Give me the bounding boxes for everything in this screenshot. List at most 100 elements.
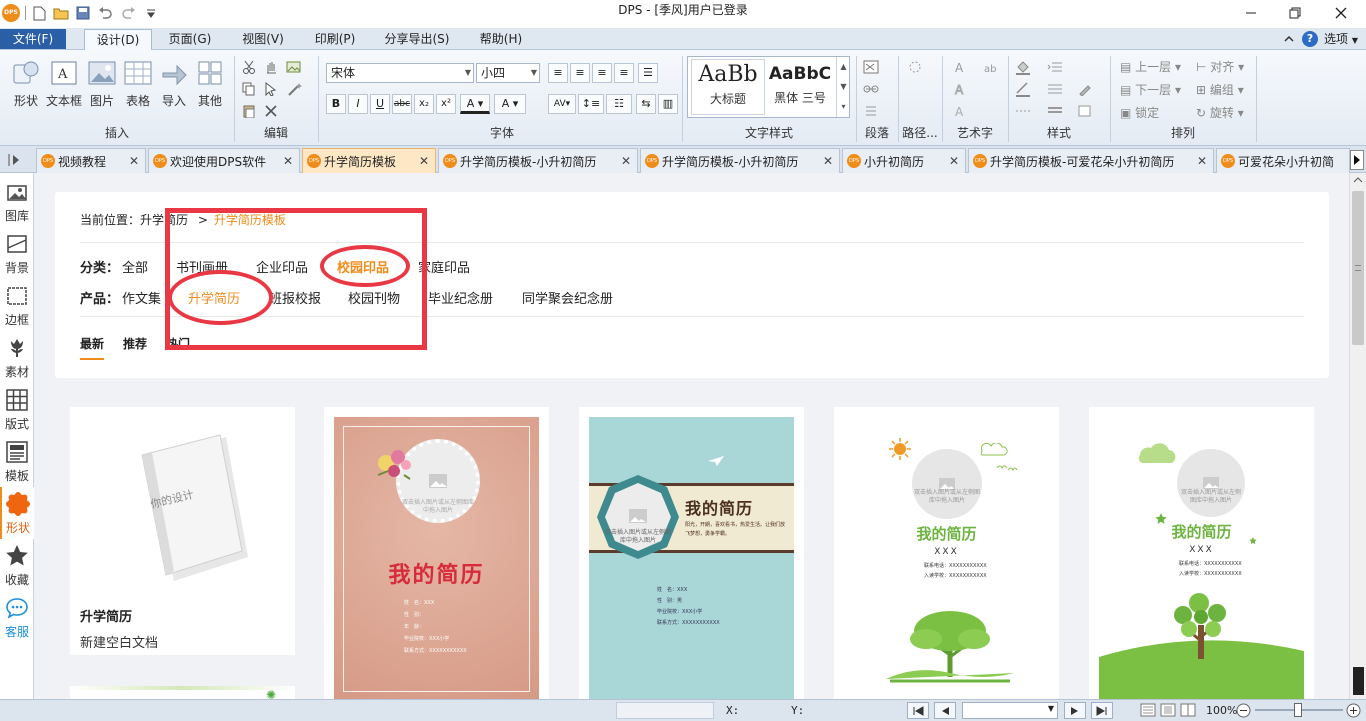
gallery-scroll-icon[interactable]: ▲ ▼ ▾ [836, 57, 850, 117]
shape-button[interactable]: 形状 [6, 56, 46, 118]
close-icon[interactable]: ✕ [1197, 154, 1207, 168]
next-page-icon[interactable] [1064, 702, 1086, 719]
vertical-scrollbar[interactable] [1349, 173, 1366, 699]
scroll-down-icon[interactable] [1353, 667, 1364, 695]
picture-button[interactable]: 图片 [84, 56, 120, 118]
restore-button[interactable] [1272, 0, 1318, 26]
sidebar-item-layout[interactable]: 版式 [0, 383, 34, 435]
help-icon[interactable]: ? [1302, 31, 1318, 47]
customize-quick-access-icon[interactable] [142, 3, 160, 23]
page-select[interactable]: ▼ [962, 702, 1058, 719]
vertical-text-icon[interactable]: ▥ [658, 94, 678, 114]
close-icon[interactable]: ✕ [949, 154, 959, 168]
dash-style-icon[interactable] [1014, 102, 1032, 120]
template-card-partial[interactable]: ✺ [70, 686, 295, 702]
template-card-green-tree[interactable]: 双击插入图片或从左侧图库中拖入图片 我的简历 XXX 联系电话：XXXXXXXX… [834, 407, 1059, 699]
tab-flower-resume-template[interactable]: DPS 升学简历模板-可爱花朵小升初简历 ✕ [968, 148, 1214, 173]
tab-resume-primary[interactable]: DPS 升学简历模板-小升初简历 ✕ [438, 148, 638, 173]
delete-icon[interactable] [262, 102, 280, 120]
product-reunion-album[interactable]: 同学聚会纪念册 [522, 288, 613, 307]
view-spread-icon[interactable] [1180, 703, 1196, 717]
first-page-icon[interactable] [907, 702, 929, 719]
product-graduation-album[interactable]: 毕业纪念册 [428, 288, 493, 307]
align-right-icon[interactable]: ≡ [592, 63, 612, 83]
open-folder-icon[interactable] [52, 3, 70, 23]
font-size-select[interactable]: 小四 ▼ [476, 63, 540, 83]
collapse-ribbon-icon[interactable] [1282, 32, 1296, 46]
menu-design[interactable]: 设计(D) [84, 29, 152, 51]
table-button[interactable]: 表格 [120, 56, 156, 118]
align-center-icon[interactable]: ≡ [570, 63, 590, 83]
sort-newest[interactable]: 最新 [80, 335, 104, 352]
sidebar-item-gallery[interactable]: 图库 [0, 175, 34, 227]
minimize-button[interactable] [1228, 0, 1274, 26]
import-button[interactable]: 导入 [156, 56, 192, 118]
text-wrap-icon[interactable] [862, 102, 880, 120]
zoom-in-icon[interactable] [1346, 703, 1361, 718]
tab-resume-templates[interactable]: DPS 升学简历模板 ✕ [302, 148, 436, 173]
text-effect-icon[interactable]: ab [982, 58, 1000, 76]
rotate-button[interactable]: ↻ 旋转 ▾ [1196, 104, 1244, 121]
italic-button[interactable]: I [348, 94, 368, 114]
template-card-blank[interactable]: 你的设计 升学简历 新建空白文档 [70, 407, 295, 655]
path-gear-icon[interactable] [906, 58, 924, 76]
text-style-gallery[interactable]: AaBb 大标题 AaBbC 黑体 三号 ▲ ▼ ▾ [687, 56, 850, 118]
toggle-sidebar-icon[interactable] [6, 152, 26, 170]
options-menu[interactable]: 选项 ▼ [1324, 29, 1358, 49]
underline-button[interactable]: U [370, 94, 390, 114]
sidebar-item-template[interactable]: 模板 [0, 435, 34, 487]
menu-file[interactable]: 文件(F) [0, 29, 66, 49]
other-button[interactable]: 其他 [192, 56, 228, 118]
template-card-blue[interactable]: 双击插入图片或从左侧图库中拖入图片 我的简历 阳光，开朗，喜欢看书，热爱生活。让… [579, 407, 804, 699]
close-button[interactable] [1318, 0, 1364, 26]
magic-wand-icon[interactable] [286, 80, 304, 98]
art-shadow-icon[interactable]: A [952, 102, 970, 120]
char-spacing-icon[interactable]: AV▾ [548, 94, 576, 114]
align-left-icon[interactable]: ≡ [548, 63, 568, 83]
tab-flower-resume[interactable]: DPS 可爱花朵小升初简 [1216, 148, 1350, 173]
menu-view[interactable]: 视图(V) [232, 29, 294, 50]
align-button[interactable]: ⊢ 对齐 ▾ [1196, 58, 1244, 75]
zoom-out-icon[interactable] [1236, 703, 1251, 718]
category-all[interactable]: 全部 [122, 257, 148, 276]
sidebar-item-material[interactable]: 素材 [0, 331, 34, 383]
distribute-icon[interactable]: ☰ [638, 63, 658, 83]
superscript-button[interactable]: x² [436, 94, 456, 114]
style-heiti[interactable]: AaBbC 黑体 三号 [767, 59, 833, 115]
subscript-button[interactable]: x₂ [414, 94, 434, 114]
last-page-icon[interactable] [1091, 702, 1113, 719]
bold-button[interactable]: B [326, 94, 346, 114]
line-style-icon[interactable] [1046, 80, 1064, 98]
sort-recommended[interactable]: 推荐 [123, 335, 147, 352]
tab-video-tutorial[interactable]: DPS 视频教程 ✕ [36, 148, 146, 173]
style-heading[interactable]: AaBb 大标题 [691, 59, 765, 115]
sidebar-item-background[interactable]: 背景 [0, 227, 34, 279]
paste-icon[interactable] [240, 102, 258, 120]
textbox-button[interactable]: A 文本框 [44, 56, 84, 118]
bring-forward-button[interactable]: ▤ 上一层 ▾ [1120, 58, 1181, 75]
menu-print[interactable]: 印刷(P) [304, 29, 366, 50]
lock-button[interactable]: ▣ 锁定 [1120, 104, 1159, 121]
view-page-icon[interactable] [1160, 703, 1176, 717]
zoom-slider-thumb[interactable] [1294, 703, 1302, 717]
send-backward-button[interactable]: ▤ 下一层 ▾ [1120, 81, 1181, 98]
copy-icon[interactable] [240, 80, 258, 98]
sidebar-item-border[interactable]: 边框 [0, 279, 34, 331]
link-icon[interactable] [862, 80, 880, 98]
tab-scroll-right-icon[interactable] [1350, 150, 1364, 170]
justify-icon[interactable]: ≡ [614, 63, 634, 83]
line-spacing-icon[interactable]: ↕≡ [578, 94, 604, 114]
pan-hand-icon[interactable] [262, 58, 280, 76]
cut-icon[interactable] [240, 58, 258, 76]
close-icon[interactable]: ✕ [419, 154, 429, 168]
template-card-green-hill[interactable]: 双击插入图片或从左侧图库中拖入图片 我的简历 XXX 联系电话：XXXXXXXX… [1089, 407, 1314, 699]
text-direction-icon[interactable]: ⇆ [636, 94, 656, 114]
strikethrough-button[interactable]: abc [392, 94, 412, 114]
tab-resume-primary-2[interactable]: DPS 升学简历模板-小升初简历 ✕ [640, 148, 840, 173]
select-pointer-icon[interactable] [262, 80, 280, 98]
menu-help[interactable]: 帮助(H) [470, 29, 532, 50]
font-family-select[interactable]: 宋体 ▼ [326, 63, 474, 83]
shadow-box-icon[interactable] [1076, 102, 1094, 120]
product-essay[interactable]: 作文集 [122, 288, 161, 307]
image-tool-icon[interactable] [286, 58, 304, 76]
